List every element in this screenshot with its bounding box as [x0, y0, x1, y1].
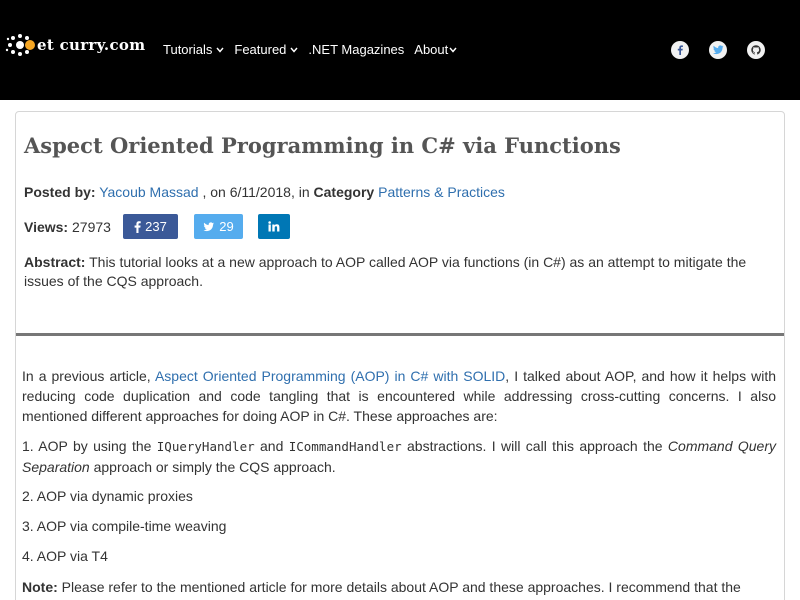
facebook-icon	[134, 220, 141, 233]
section-divider	[16, 333, 784, 336]
list-item-1-text: 1. AOP by using the	[22, 438, 157, 454]
intro-paragraph: In a previous article, Aspect Oriented P…	[22, 366, 776, 426]
views-label: Views:	[24, 219, 69, 235]
views-count: Views: 27973	[24, 219, 111, 235]
nav-featured[interactable]: Featured	[234, 42, 298, 57]
logo-text: et curry.com	[37, 36, 146, 54]
github-link[interactable]	[747, 41, 765, 59]
abstract-label: Abstract:	[24, 254, 86, 270]
note-text: Please refer to the mentioned article fo…	[57, 579, 741, 595]
list-item-1-middle: abstractions. I will call this approach …	[401, 438, 668, 454]
note-paragraph: Note: Please refer to the mentioned arti…	[22, 577, 776, 597]
nav-tutorials[interactable]: Tutorials	[163, 42, 224, 57]
nav-featured-label: Featured	[234, 42, 287, 57]
nav-net-magazines[interactable]: .NET Magazines	[308, 42, 404, 57]
facebook-share-count: 237	[145, 219, 167, 234]
article-meta: Posted by: Yacoub Massad , on 6/11/2018,…	[24, 184, 505, 200]
list-item-1-end: approach or simply the CQS approach.	[89, 459, 336, 475]
list-item-4: 4. AOP via T4	[22, 548, 108, 564]
abstract-text: This tutorial looks at a new approach to…	[24, 254, 747, 289]
post-date: , on 6/11/2018, in	[198, 184, 314, 200]
nav-about[interactable]: About	[414, 42, 457, 57]
chevron-down-icon	[216, 47, 224, 53]
twitter-share-count: 29	[219, 219, 234, 234]
chevron-down-icon	[449, 47, 457, 53]
top-navbar: et curry.com Tutorials Featured .NET Mag…	[0, 0, 800, 100]
twitter-icon	[203, 221, 215, 231]
twitter-share-button[interactable]: 29	[194, 214, 243, 239]
category-label: Category	[313, 184, 375, 200]
list-item-3: 3. AOP via compile-time weaving	[22, 518, 227, 534]
github-icon	[751, 45, 761, 55]
linkedin-share-button[interactable]	[258, 214, 290, 239]
author-link[interactable]: Yacoub Massad	[99, 184, 198, 200]
facebook-link[interactable]	[671, 41, 689, 59]
nav-net-magazines-label: .NET Magazines	[308, 42, 405, 57]
linkedin-icon	[268, 221, 280, 232]
nav-about-label: About	[414, 42, 449, 57]
views-value: 27973	[72, 219, 111, 235]
list-item-2: 2. AOP via dynamic proxies	[22, 488, 193, 504]
code-iqueryhandler: IQueryHandler	[156, 439, 255, 454]
previous-article-link[interactable]: Aspect Oriented Programming (AOP) in C# …	[155, 368, 505, 384]
chevron-down-icon	[290, 47, 298, 53]
list-item-1-and: and	[254, 438, 289, 454]
list-item-1: 1. AOP by using the IQueryHandler and IC…	[22, 436, 776, 477]
logo-dots-icon	[5, 34, 35, 56]
code-icommandhandler: ICommandHandler	[288, 439, 402, 454]
intro-text-start: In a previous article,	[22, 368, 155, 384]
posted-by-label: Posted by:	[24, 184, 96, 200]
article-abstract: Abstract: This tutorial looks at a new a…	[24, 253, 764, 291]
site-logo[interactable]: et curry.com	[5, 33, 150, 57]
nav-tutorials-label: Tutorials	[163, 42, 213, 57]
facebook-icon	[677, 45, 683, 55]
twitter-link[interactable]	[709, 41, 727, 59]
facebook-share-button[interactable]: 237	[123, 214, 178, 239]
twitter-icon	[712, 45, 723, 55]
note-label: Note:	[22, 579, 58, 595]
main-nav: Tutorials Featured .NET Magazines About	[163, 42, 467, 57]
article-title: Aspect Oriented Programming in C# via Fu…	[24, 133, 621, 158]
category-link[interactable]: Patterns & Practices	[378, 184, 505, 200]
